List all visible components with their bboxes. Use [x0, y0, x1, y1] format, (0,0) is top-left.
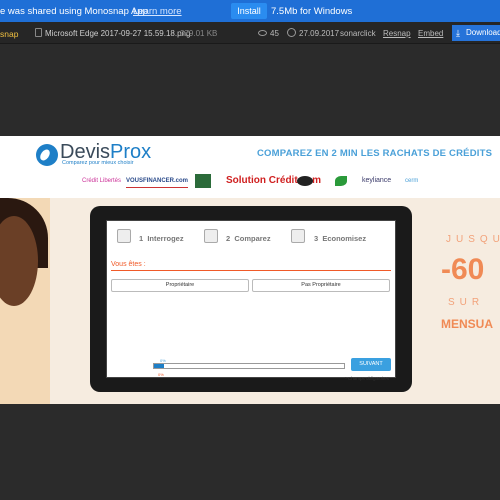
devisprox-logo-icon [36, 144, 58, 166]
required-note: * Champs obligatoires [345, 376, 390, 381]
money-icon [291, 229, 305, 243]
cart-icon [117, 229, 131, 243]
question-label: Vous êtes : [111, 261, 146, 268]
step-label: Interrogez [147, 234, 184, 243]
progress-fill [154, 364, 164, 368]
file-toolbar: snap Microsoft Edge 2017-09-27 15.59.18.… [0, 22, 500, 44]
suivant-button[interactable]: SUIVANT [351, 358, 391, 371]
document-icon [204, 229, 218, 243]
partner-logo: VOUSFINANCER.com [126, 174, 189, 188]
clock-icon [287, 28, 296, 37]
promo-sur: SUR [448, 297, 485, 308]
partner-logo [335, 176, 347, 186]
promo-message: e was shared using Monosnap App [0, 6, 148, 17]
step-1: 1 Interrogez [139, 234, 184, 243]
partner-logos: Crédit Libertés VOUSFINANCER.com Solutio… [80, 174, 420, 192]
embed-link[interactable]: Embed [418, 29, 443, 38]
option-proprietaire-button[interactable]: Propriétaire [111, 279, 249, 292]
page-headline: COMPAREZ EN 2 MIN LES RACHATS DE CRÉDITS [257, 148, 493, 159]
upload-date: 27.09.2017 [299, 29, 340, 38]
view-count: 45 [270, 29, 279, 38]
promo-banner: e was shared using Monosnap App Learn mo… [0, 0, 500, 22]
step-number: 2 [226, 234, 231, 243]
eye-icon [258, 30, 267, 36]
install-size-text: 7.5Mb for Windows [271, 6, 353, 17]
download-label: Download [466, 28, 500, 37]
file-name: Microsoft Edge 2017-09-27 15.59.18.png [45, 29, 191, 38]
partner-logo [297, 176, 313, 186]
app-name[interactable]: snap [0, 29, 18, 39]
install-button[interactable]: Install [231, 3, 267, 19]
partner-logo: Crédit Libertés [82, 178, 122, 184]
step-2: 2 Comparez [226, 234, 271, 243]
step-label: Economisez [322, 234, 367, 243]
partner-logo [195, 174, 211, 188]
promo-mensual: MENSUA [441, 317, 494, 331]
tablet-frame: 1 Interrogez 2 Comparez 3 Economisez Vou… [90, 206, 412, 392]
partner-logo: keyliance [362, 177, 392, 184]
learn-more-link[interactable]: Learn more [133, 6, 182, 17]
file-size: 379.01 KB [180, 29, 218, 38]
promo-value: -60 [441, 253, 485, 286]
question-underline [111, 270, 391, 271]
tagline: Comparez pour mieux choisir [62, 160, 134, 166]
download-icon: ⤓ [456, 28, 460, 38]
step-3: 3 Economisez [314, 234, 366, 243]
download-button[interactable]: ⤓ Download [452, 25, 500, 41]
progress-bar [153, 363, 345, 369]
step-number: 3 [314, 234, 319, 243]
partner-logo: cerm [405, 178, 419, 184]
step-label: Comparez [234, 234, 271, 243]
option-pas-proprietaire-button[interactable]: Pas Propriétaire [252, 279, 390, 292]
resnap-link[interactable]: Resnap [383, 29, 411, 38]
promo-jusqu: JUSQU [446, 234, 500, 245]
screenshot-image: DevisProx Comparez pour mieux choisir CO… [0, 136, 500, 404]
step-indicator: 1 Interrogez 2 Comparez 3 Economisez [107, 221, 395, 259]
user-name[interactable]: sonarclick [340, 29, 376, 38]
tablet-screen: 1 Interrogez 2 Comparez 3 Economisez Vou… [106, 220, 396, 381]
progress-value: 0% [158, 372, 164, 377]
step-number: 1 [139, 234, 144, 243]
file-icon [35, 28, 42, 37]
